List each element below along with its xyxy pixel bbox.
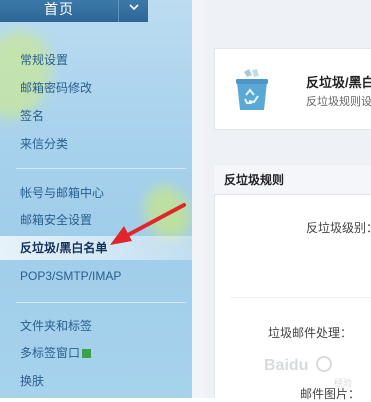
row-divider [230,297,371,298]
sidebar-item-account-center[interactable]: 帐号与邮箱中心 [0,181,192,205]
page-description: 反垃圾规则设 [306,96,371,108]
sidebar-item-folders-tags[interactable]: 文件夹和标签 [0,314,192,338]
sidebar-item-password[interactable]: 邮箱密码修改 [0,76,192,100]
antispam-level-label: 反垃圾级别： [306,221,371,235]
baidu-watermark-logo: Baidu 经验 [264,356,352,388]
new-tag-icon [82,349,92,358]
recycle-bin-icon [236,69,268,110]
watermark-sub: 经验 [334,377,352,388]
sidebar-item-antispam[interactable]: 反垃圾/黑白名单 [0,236,192,260]
sidebar-item-signature[interactable]: 签名 [0,104,192,128]
chevron-down-icon[interactable] [118,0,148,22]
page-title: 反垃圾/黑白 [306,75,371,90]
sidebar-item-pop3-smtp-imap[interactable]: POP3/SMTP/IMAP [0,264,192,288]
spam-handling-label: 垃圾邮件处理： [268,326,353,340]
top-nav-bar: 首页 [0,0,148,22]
sidebar-item-skin[interactable]: 换肤 [0,369,192,393]
sidebar-item-multi-tab[interactable]: 多标签窗口 [0,341,192,365]
panel-divider [192,0,204,398]
home-tab[interactable]: 首页 [0,0,118,22]
rules-section-title: 反垃圾规则 [214,165,371,195]
settings-sidebar: 首页 常规设置 邮箱密码修改 签名 来信分类 帐号与邮箱中心 邮箱安全设置 反垃… [0,0,192,398]
sidebar-item-mail-filter[interactable]: 来信分类 [0,132,192,156]
sidebar-item-label: 多标签窗口 [20,346,81,360]
sidebar-item-security[interactable]: 邮箱安全设置 [0,208,192,232]
watermark-brand: Baidu [264,357,308,374]
sidebar-divider [16,302,186,303]
sidebar-divider [16,168,186,169]
sidebar-item-general-settings[interactable]: 常规设置 [0,48,192,72]
